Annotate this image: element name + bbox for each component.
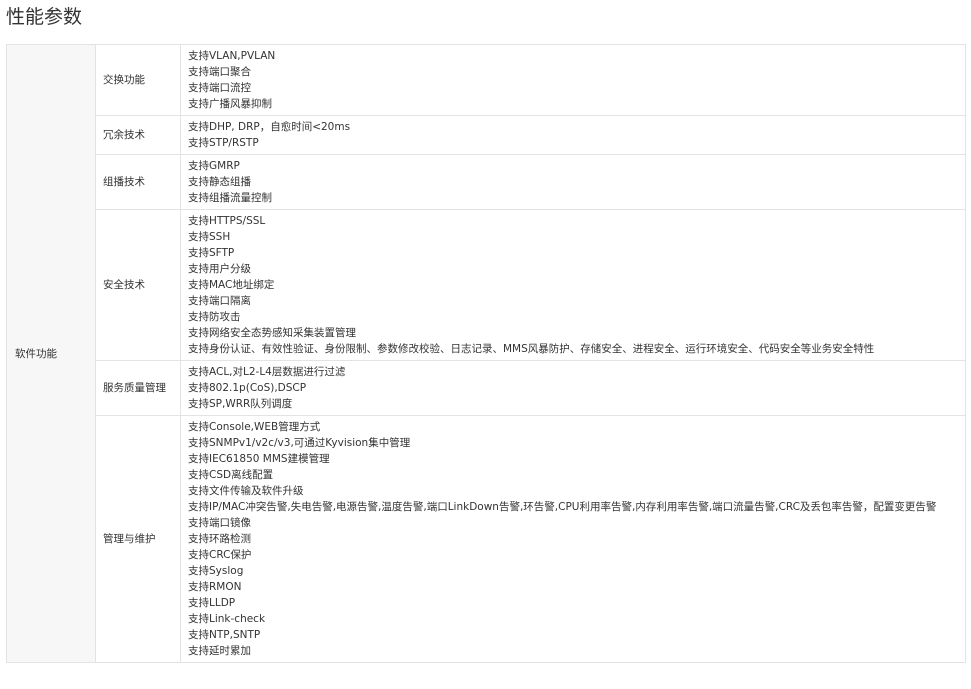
- spec-row: 安全技术 支持HTTPS/SSL 支持SSH 支持SFTP 支持用户分级支持MAC地址绑…: [7, 209, 966, 361]
- feature-value-line: 支持RMON: [188, 581, 242, 593]
- feature-value-line: 支持IP/MAC冲突告警,失电告警,电源告警,温度告警,端口LinkDown告警…: [188, 501, 937, 513]
- feature-value-line: 支持Syslog: [188, 565, 244, 577]
- feature-value-line: 支持环路检测: [188, 533, 251, 545]
- feature-value-line: 支持SP,WRR队列调度: [188, 398, 293, 410]
- feature-value-line: 支持GMRP: [188, 160, 240, 172]
- feature-value-line: 支持静态组播: [188, 176, 251, 188]
- feature-value-line: 支持防攻击: [188, 311, 241, 323]
- feature-value-line: 支持HTTPS/SSL: [188, 215, 266, 227]
- feature-value-line: 支持延时累加: [188, 645, 251, 657]
- feature-value-line: 支持STP/RSTP: [188, 137, 259, 149]
- feature-value-line: 支持Link-check: [188, 613, 266, 625]
- feature-values-cell: 支持Console,WEB管理方式支持SNMPv1/v2c/v3,可通过Kyvi…: [180, 415, 966, 663]
- feature-value-line: 支持SNMPv1/v2c/v3,可通过Kyvision集中管理: [188, 437, 411, 449]
- feature-values-cell: 支持VLAN,PVLAN 支持端口聚合 支持端口流控支持广播风暴抑制: [180, 44, 966, 116]
- feature-values-cell: 支持HTTPS/SSL 支持SSH 支持SFTP 支持用户分级支持MAC地址绑定 支持端…: [180, 209, 966, 361]
- feature-value-line: 支持端口流控: [188, 82, 251, 94]
- feature-value-line: 支持端口隔离: [188, 295, 251, 307]
- feature-label-cell: 管理与维护: [95, 415, 181, 663]
- feature-value-line: 支持CRC保护: [188, 549, 252, 561]
- feature-value-line: 支持CSD离线配置: [188, 469, 274, 481]
- feature-value-line: 支持广播风暴抑制: [188, 98, 272, 110]
- page-title: 性能参数: [6, 6, 83, 28]
- feature-label-cell: 安全技术: [95, 209, 181, 361]
- feature-value-line: 支持SSH: [188, 231, 231, 243]
- feature-value-line: 支持ACL,对L2-L4层数据进行过滤: [188, 366, 346, 378]
- feature-value-line: 支持IEC61850 MMS建模管理: [188, 453, 330, 465]
- spec-row: 管理与维护 支持Console,WEB管理方式支持SNMPv1/v2c/v3,可通…: [7, 415, 966, 663]
- feature-value-line: 支持用户分级: [188, 263, 251, 275]
- feature-label-cell: 交换功能: [95, 44, 181, 116]
- spec-row: 软件功能 交换功能 支持VLAN,PVLAN 支持端口聚合 支持端口流控支持广播风暴抑制: [6, 44, 966, 663]
- feature-values-cell: 支持DHP, DRP，自愈时间<20ms 支持STP/RSTP: [180, 115, 966, 155]
- feature-value-line: 支持DHP, DRP，自愈时间<20ms: [188, 121, 351, 133]
- feature-value-line: 支持Console,WEB管理方式: [188, 421, 321, 433]
- feature-label-cell: 组播技术: [95, 154, 181, 210]
- category-cell: 软件功能: [6, 44, 96, 663]
- feature-value-line: 支持端口镜像: [188, 517, 251, 529]
- feature-value-line: 支持LLDP: [188, 597, 236, 609]
- feature-label-cell: 服务质量管理: [95, 360, 181, 416]
- feature-values-cell: 支持ACL,对L2-L4层数据进行过滤 支持802.1p(CoS),DSCP 支持S…: [180, 360, 966, 416]
- spec-row: 冗余技术 支持DHP, DRP，自愈时间<20ms 支持STP/RSTP: [7, 115, 966, 155]
- feature-value-line: 支持VLAN,PVLAN: [188, 50, 276, 62]
- feature-value-line: 支持MAC地址绑定: [188, 279, 275, 291]
- feature-values-cell: 支持GMRP 支持静态组播支持组播流量控制: [180, 154, 966, 210]
- feature-value-line: 支持SFTP: [188, 247, 235, 259]
- feature-label-cell: 冗余技术: [95, 115, 181, 155]
- spec-table: 软件功能 交换功能 支持VLAN,PVLAN 支持端口聚合 支持端口流控支持广播风暴抑制…: [6, 44, 966, 663]
- spec-row: 服务质量管理 支持ACL,对L2-L4层数据进行过滤 支持802.1p(CoS),D…: [7, 360, 966, 416]
- feature-value-line: 支持端口聚合: [188, 66, 251, 78]
- feature-value-line: 支持组播流量控制: [188, 192, 272, 204]
- feature-value-line: 支持身份认证、有效性验证、身份限制、参数修改校验、日志记录、MMS风暴防护、存储…: [188, 343, 875, 355]
- feature-value-line: 支持网络安全态势感知采集装置管理: [188, 327, 356, 339]
- feature-value-line: 支持文件传输及软件升级: [188, 485, 304, 497]
- feature-value-line: 支持802.1p(CoS),DSCP: [188, 382, 307, 394]
- feature-value-line: 支持NTP,SNTP: [188, 629, 261, 641]
- spec-row: 组播技术 支持GMRP 支持静态组播支持组播流量控制: [7, 154, 966, 210]
